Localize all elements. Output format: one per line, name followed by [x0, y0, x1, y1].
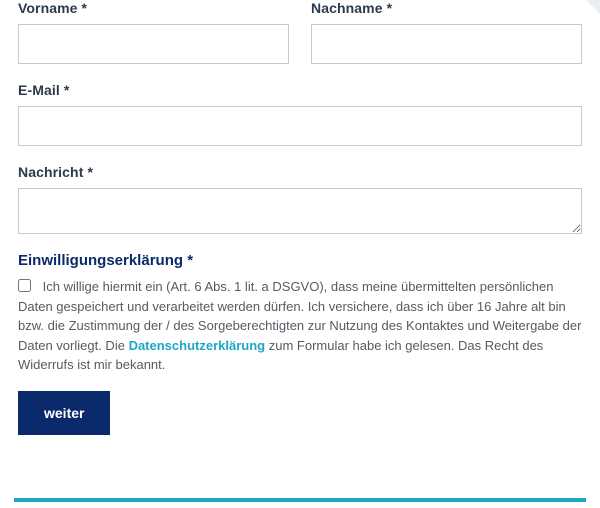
last-name-field: Nachname * [311, 0, 582, 64]
message-field: Nachricht * [18, 164, 582, 234]
email-field: E-Mail * [18, 82, 582, 146]
first-name-label: Vorname * [18, 0, 289, 16]
submit-button[interactable]: weiter [18, 391, 110, 435]
corner-cut [586, 0, 600, 14]
first-name-input[interactable] [18, 24, 289, 64]
privacy-policy-link[interactable]: Datenschutzerklärung [129, 338, 266, 353]
message-label: Nachricht * [18, 164, 582, 180]
consent-checkbox[interactable] [18, 279, 31, 292]
consent-heading: Einwilligungserklärung * [18, 252, 582, 269]
last-name-label: Nachname * [311, 0, 582, 16]
email-label: E-Mail * [18, 82, 582, 98]
last-name-input[interactable] [311, 24, 582, 64]
email-input[interactable] [18, 106, 582, 146]
first-name-field: Vorname * [18, 0, 289, 64]
accent-bottom-bar [14, 498, 586, 502]
message-textarea[interactable] [18, 188, 582, 234]
contact-form: Vorname * Nachname * E-Mail * Nachricht … [0, 0, 600, 435]
consent-row: Ich willige hiermit ein (Art. 6 Abs. 1 l… [18, 277, 582, 375]
